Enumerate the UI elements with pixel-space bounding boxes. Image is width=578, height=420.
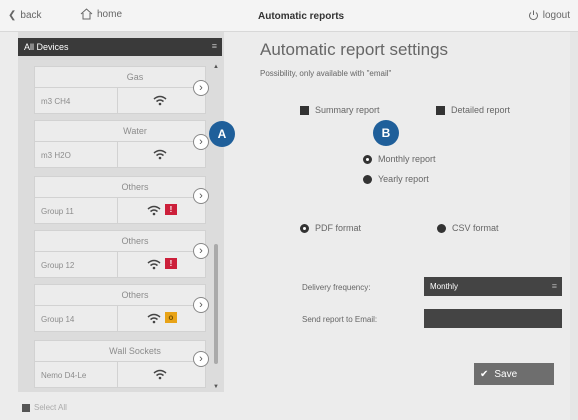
chevron-right-icon[interactable]: ›	[193, 351, 209, 367]
device-name: Group 12	[41, 261, 75, 270]
menu-icon: ≡	[551, 281, 557, 291]
device-name: Nemo D4-Le	[41, 371, 87, 380]
device-card[interactable]: Gas m3 CH4	[34, 66, 207, 114]
page-title: Automatic reports	[258, 11, 345, 22]
wifi-icon	[147, 259, 161, 270]
monthly-report-label: Monthly report	[378, 154, 436, 164]
radio-icon	[363, 174, 372, 184]
divider	[117, 87, 118, 114]
divider	[35, 197, 207, 198]
device-card[interactable]: Others Group 14 o	[34, 284, 207, 332]
divider	[35, 305, 207, 306]
device-category: Others	[121, 182, 149, 192]
settings-subtitle: Possibility, only available with "email"	[260, 69, 392, 78]
device-category: Wall Sockets	[109, 346, 161, 356]
radio-icon	[437, 223, 446, 233]
divider	[117, 197, 118, 224]
checkbox-icon	[436, 105, 445, 115]
device-category: Others	[121, 236, 149, 246]
delivery-frequency-label: Delivery frequency:	[302, 283, 371, 292]
summary-report-checkbox[interactable]: Summary report	[300, 105, 380, 115]
divider	[35, 361, 207, 362]
device-card[interactable]: Others Group 11 !	[34, 176, 207, 224]
yearly-report-label: Yearly report	[378, 174, 429, 184]
device-name: Group 14	[41, 315, 75, 324]
device-card[interactable]: Water m3 H2O	[34, 120, 207, 168]
detailed-report-label: Detailed report	[451, 105, 511, 115]
delivery-frequency-value: Monthly	[430, 282, 459, 291]
alert-badge: !	[165, 204, 177, 215]
divider	[35, 251, 207, 252]
save-button[interactable]: ✔ Save	[474, 363, 554, 385]
device-filter-label: All Devices	[24, 42, 69, 52]
chevron-right-icon[interactable]: ›	[193, 243, 209, 259]
yearly-report-radio[interactable]: Yearly report	[363, 174, 429, 184]
radio-selected-icon	[363, 154, 372, 164]
device-card[interactable]: Others Group 12 !	[34, 230, 207, 278]
settings-title: Automatic report settings	[260, 40, 449, 59]
power-icon	[528, 10, 538, 21]
summary-report-label: Summary report	[315, 105, 380, 115]
warning-badge: o	[165, 312, 177, 323]
back-button[interactable]: ❮ back	[8, 10, 42, 21]
divider	[117, 251, 118, 278]
pdf-format-label: PDF format	[315, 223, 362, 233]
wifi-icon	[147, 205, 161, 216]
right-edge	[570, 32, 578, 420]
radio-selected-icon	[300, 223, 309, 233]
alert-badge: !	[165, 258, 177, 269]
wifi-icon	[153, 95, 167, 106]
wifi-icon	[153, 149, 167, 160]
select-all-label: Select All	[34, 403, 67, 412]
home-icon	[80, 8, 93, 20]
device-filter-select[interactable]: All Devices ≡	[18, 38, 222, 56]
menu-icon: ≡	[211, 41, 217, 51]
checkbox-icon	[300, 105, 309, 115]
delivery-frequency-select[interactable]: Monthly ≡	[424, 277, 562, 296]
chevron-right-icon[interactable]: ›	[193, 134, 209, 150]
device-category: Gas	[126, 72, 144, 82]
home-button[interactable]: home	[80, 8, 122, 20]
divider	[35, 141, 207, 142]
home-label: home	[97, 8, 123, 20]
top-bar: ❮ back home Automatic reports logout	[0, 0, 578, 32]
divider	[117, 305, 118, 332]
logout-button[interactable]: logout	[528, 10, 570, 21]
device-card[interactable]: Wall Sockets Nemo D4-Le	[34, 340, 207, 388]
wifi-icon	[153, 369, 167, 380]
monthly-report-radio[interactable]: Monthly report	[363, 154, 436, 164]
divider	[117, 141, 118, 168]
divider	[117, 361, 118, 388]
device-name: m3 CH4	[41, 97, 71, 106]
device-category: Water	[123, 126, 147, 136]
device-category: Others	[121, 290, 149, 300]
detailed-report-checkbox[interactable]: Detailed report	[436, 105, 510, 115]
wifi-icon	[147, 313, 161, 324]
chevron-right-icon[interactable]: ›	[193, 188, 209, 204]
checkmark-icon: ✔	[480, 368, 489, 380]
save-label: Save	[494, 368, 518, 380]
select-all-checkbox[interactable]: Select All	[22, 403, 67, 412]
chevron-left-icon: ❮	[8, 10, 17, 21]
back-label: back	[20, 10, 42, 21]
device-name: Group 11	[41, 207, 74, 216]
scroll-up-icon[interactable]: ▲	[213, 64, 219, 70]
csv-format-label: CSV format	[452, 223, 499, 233]
csv-format-radio[interactable]: CSV format	[437, 223, 499, 233]
scroll-thumb[interactable]	[214, 244, 218, 364]
chevron-right-icon[interactable]: ›	[193, 297, 209, 313]
device-list-scrollbar[interactable]: ▲ ▼	[213, 64, 219, 390]
pdf-format-radio[interactable]: PDF format	[300, 223, 361, 233]
scroll-down-icon[interactable]: ▼	[213, 384, 219, 390]
device-list: Gas m3 CH4 Water m3 H2O Others Group 11 …	[34, 62, 207, 392]
callout-a: A	[209, 121, 235, 147]
email-label: Send report to Email:	[302, 315, 378, 324]
device-name: m3 H2O	[41, 151, 71, 160]
email-input[interactable]	[424, 309, 562, 328]
chevron-right-icon[interactable]: ›	[193, 80, 209, 96]
checkbox-icon	[22, 403, 30, 412]
divider	[35, 87, 207, 88]
callout-b: B	[373, 120, 399, 146]
logout-label: logout	[542, 10, 570, 21]
